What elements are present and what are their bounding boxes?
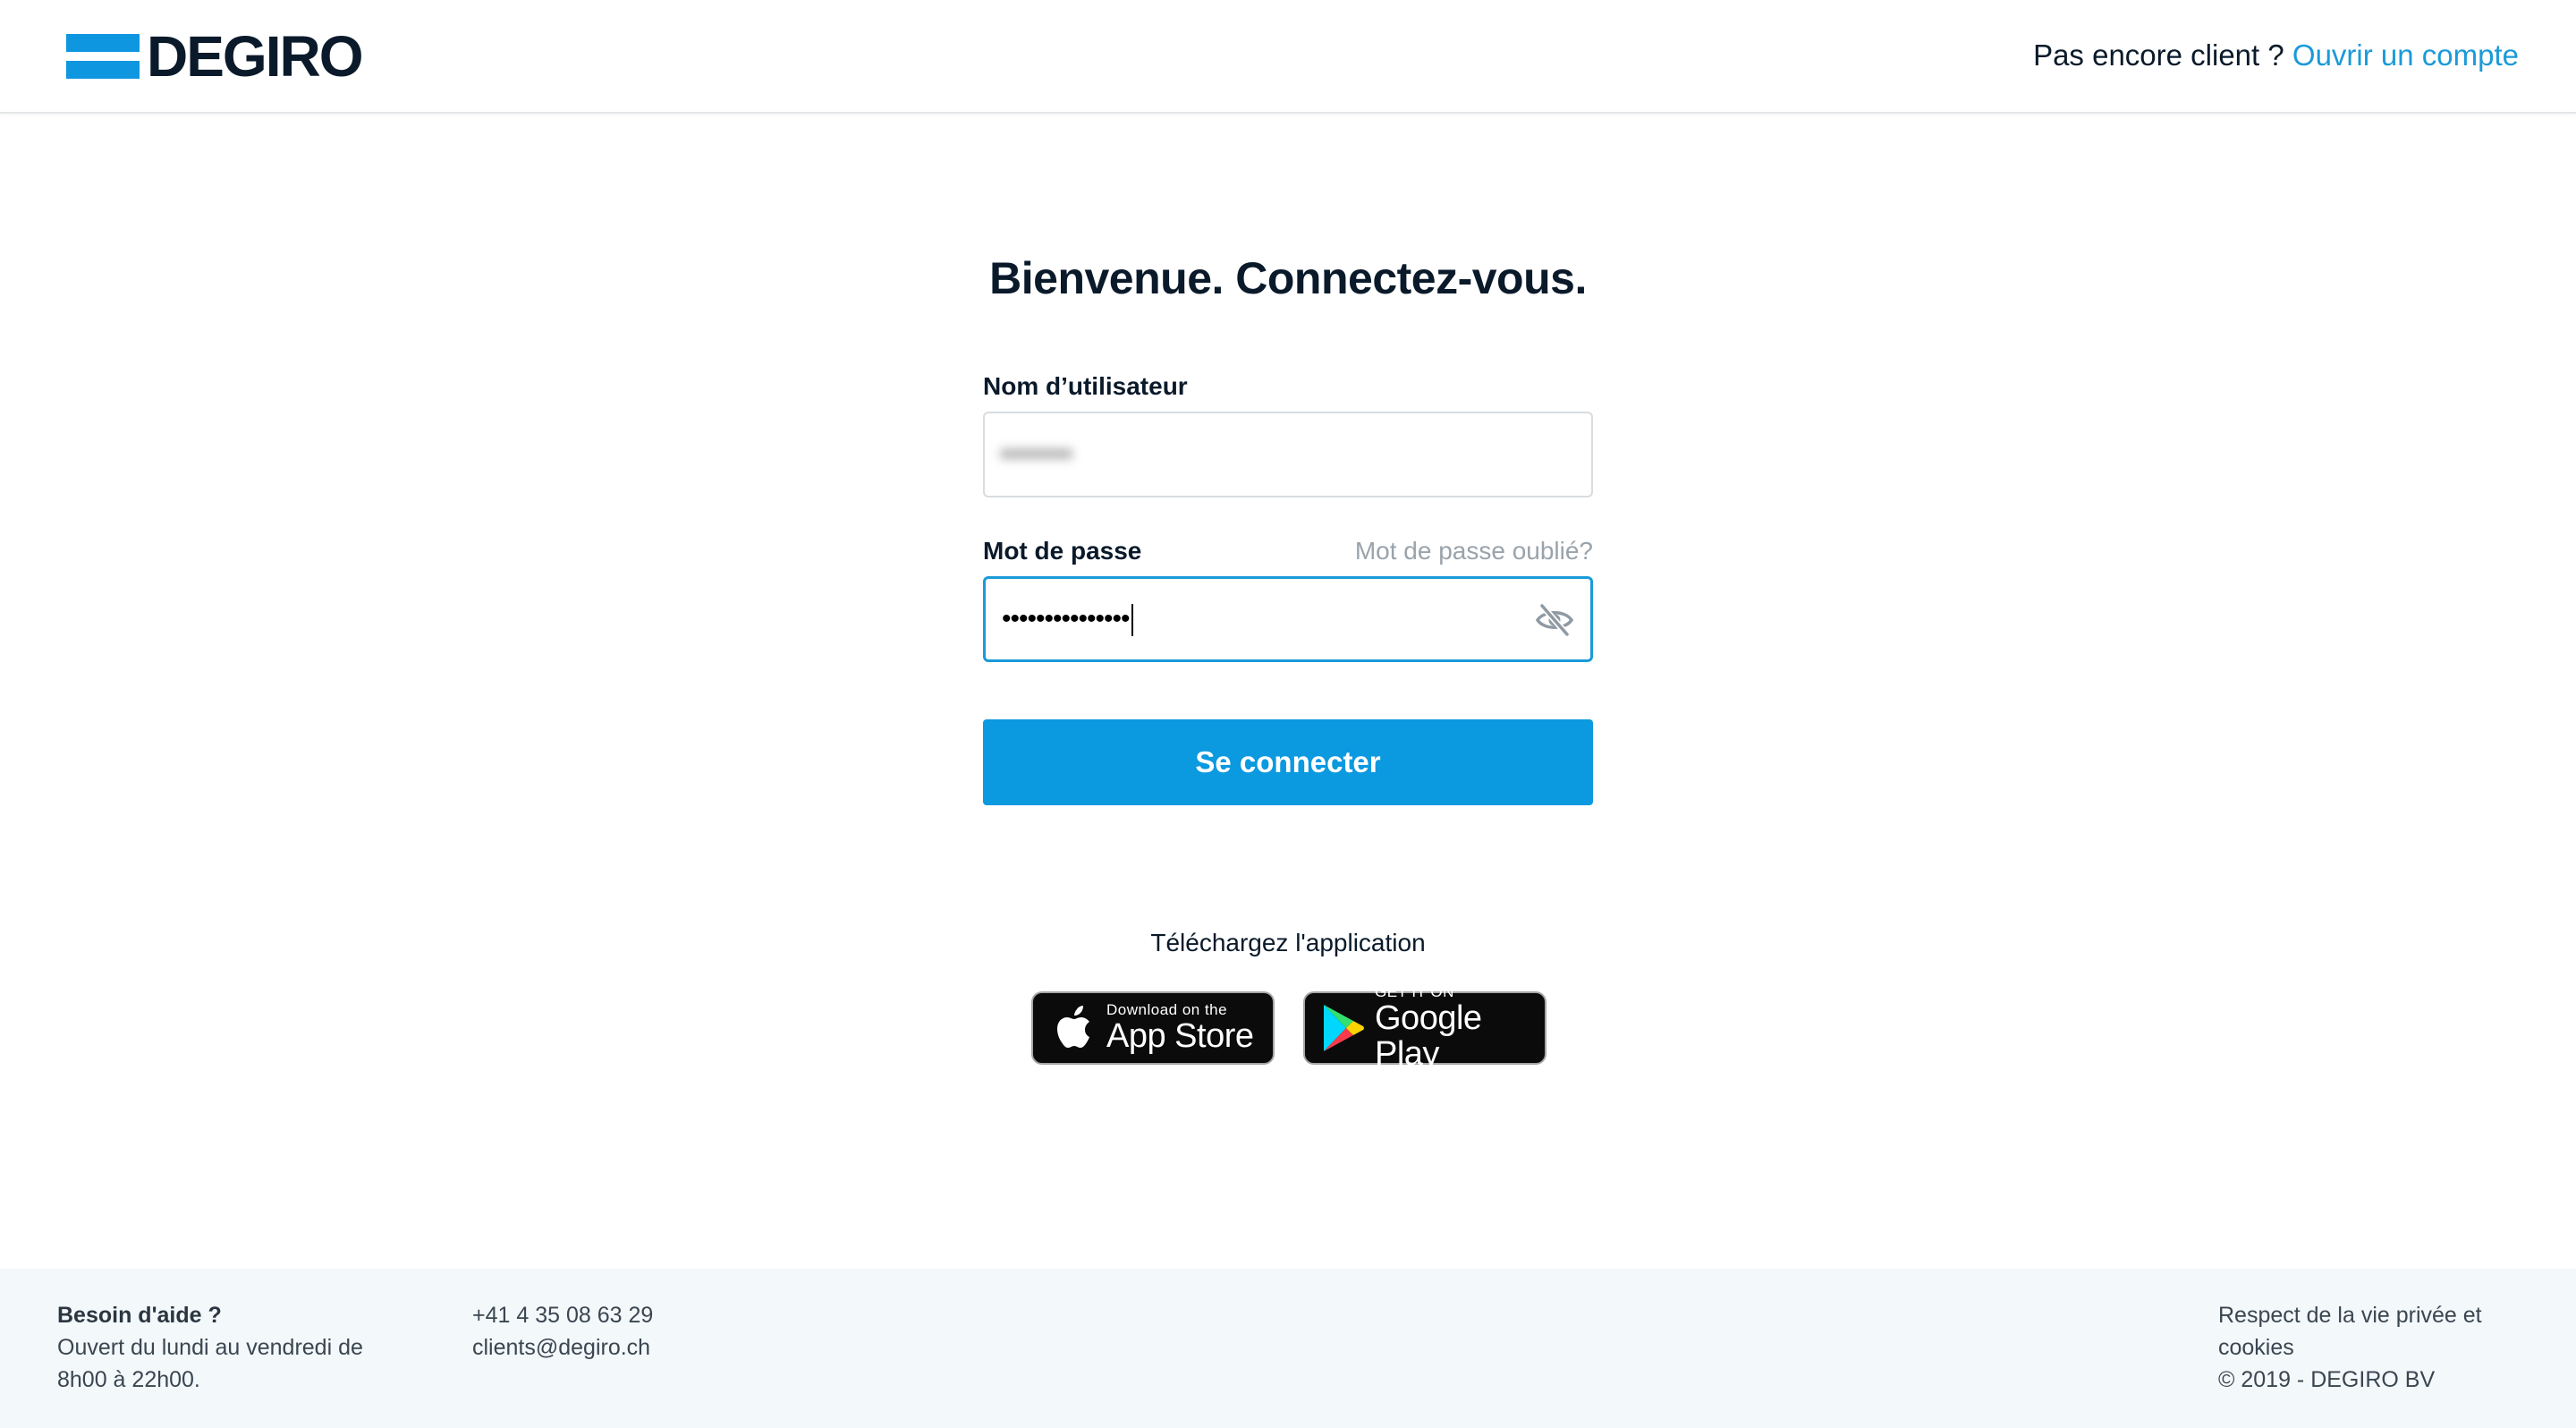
google-play-icon bbox=[1324, 1005, 1364, 1051]
google-play-badge[interactable]: GET IT ON Google Play bbox=[1303, 984, 1546, 1072]
login-button[interactable]: Se connecter bbox=[983, 719, 1593, 805]
username-field[interactable]: ••••••• bbox=[983, 412, 1593, 497]
logo-text: DEGIRO bbox=[147, 24, 363, 89]
forgot-password-link[interactable]: Mot de passe oublié? bbox=[1355, 537, 1593, 565]
password-field[interactable]: ••••••••••••••• bbox=[983, 576, 1593, 662]
google-play-small-text: GET IT ON bbox=[1375, 983, 1454, 1000]
password-dots: ••••••••••••••• bbox=[1002, 604, 1131, 633]
eye-slash-icon[interactable] bbox=[1535, 602, 1574, 638]
app-badges: Download on the App Store GET IT ON Goog… bbox=[1031, 984, 1546, 1072]
app-store-big-text: App Store bbox=[1106, 1017, 1254, 1055]
password-label-row: Mot de passe Mot de passe oublié? bbox=[983, 533, 1593, 569]
email-address[interactable]: clients@degiro.ch bbox=[472, 1331, 653, 1364]
google-play-big-text: Google Play bbox=[1375, 999, 1482, 1073]
opening-hours: Ouvert du lundi au vendredi de 8h00 à 22… bbox=[57, 1335, 363, 1392]
download-app-title: Téléchargez l'application bbox=[1150, 929, 1426, 956]
password-value: ••••••••••••••• bbox=[1002, 579, 1133, 659]
degiro-logo-mark-icon bbox=[66, 34, 140, 79]
privacy-link[interactable]: Respect de la vie privée et cookies bbox=[2218, 1299, 2513, 1364]
login-form: Nom d’utilisateur ••••••• Mot de passe M… bbox=[983, 369, 1593, 805]
top-header: DEGIRO Pas encore client ? Ouvrir un com… bbox=[0, 0, 2576, 114]
text-caret bbox=[1131, 604, 1133, 637]
footer-legal: Respect de la vie privée et cookies © 20… bbox=[2218, 1299, 2513, 1396]
help-title: Besoin d'aide ? bbox=[57, 1303, 222, 1328]
password-label: Mot de passe bbox=[983, 537, 1142, 565]
apple-icon bbox=[1057, 1006, 1089, 1048]
phone-number[interactable]: +41 4 35 08 63 29 bbox=[472, 1299, 653, 1331]
copyright: © 2019 - DEGIRO BV bbox=[2218, 1367, 2436, 1392]
signup-prompt: Pas encore client ? Ouvrir un compte bbox=[2033, 38, 2519, 73]
signup-prompt-text: Pas encore client ? bbox=[2033, 38, 2292, 72]
username-value: ••••••• bbox=[1001, 439, 1073, 469]
username-label: Nom d’utilisateur bbox=[983, 372, 1188, 400]
app-store-small-text: Download on the bbox=[1106, 1001, 1228, 1018]
footer-help: Besoin d'aide ? Ouvert du lundi au vendr… bbox=[57, 1299, 397, 1396]
page-footer: Besoin d'aide ? Ouvert du lundi au vendr… bbox=[0, 1269, 2576, 1428]
open-account-link[interactable]: Ouvrir un compte bbox=[2292, 38, 2519, 72]
degiro-logo[interactable]: DEGIRO bbox=[66, 24, 363, 89]
app-store-badge[interactable]: Download on the App Store bbox=[1031, 991, 1275, 1065]
page-title: Bienvenue. Connectez-vous. bbox=[989, 253, 1587, 303]
footer-contact: +41 4 35 08 63 29 clients@degiro.ch bbox=[472, 1299, 653, 1364]
